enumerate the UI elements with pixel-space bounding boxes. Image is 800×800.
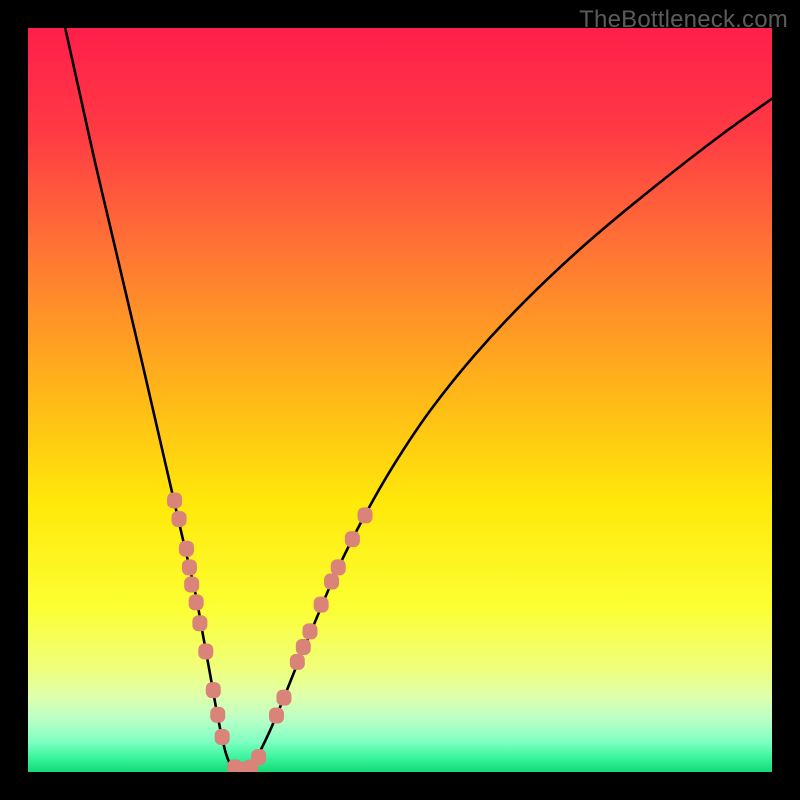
marker [345,531,360,547]
marker [296,639,311,655]
marker [192,615,207,631]
marker [358,507,373,523]
marker [210,707,225,723]
marker [167,492,182,508]
marker [290,654,305,670]
marker [276,690,291,706]
marker [184,577,199,593]
marker [182,559,197,575]
watermark-text: TheBottleneck.com [579,6,788,34]
marker [269,707,284,723]
marker [302,623,317,639]
marker [251,749,266,765]
marker [314,597,329,613]
plot-area [28,28,772,772]
marker [172,511,187,527]
marker [215,729,230,745]
marker [179,541,194,557]
marker [324,574,339,590]
curve-layer [28,28,772,772]
frame: TheBottleneck.com [0,0,800,800]
marker [206,682,221,698]
marker [189,594,204,610]
marker [331,559,346,575]
marker [198,643,213,659]
bottleneck-curve [65,28,772,772]
